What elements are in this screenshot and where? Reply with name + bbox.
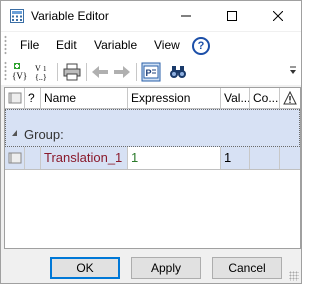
svg-text:{V}: {V} xyxy=(12,71,27,81)
comment-cell[interactable] xyxy=(250,147,280,169)
title-bar: Variable Editor xyxy=(1,1,301,31)
svg-text:1: 1 xyxy=(43,65,47,73)
row-select-cell[interactable] xyxy=(5,147,25,169)
toolbar-overflow-icon[interactable] xyxy=(289,61,297,81)
row-status-cell xyxy=(25,147,41,169)
toolbar-separator xyxy=(86,63,87,81)
menu-edit[interactable]: Edit xyxy=(56,38,77,52)
menu-variable[interactable]: Variable xyxy=(94,38,137,52)
minimize-icon xyxy=(181,15,191,17)
close-button[interactable] xyxy=(255,1,301,31)
minimize-button[interactable] xyxy=(163,1,209,31)
value-cell: 1 xyxy=(221,147,250,169)
warning-cell xyxy=(280,147,300,169)
close-icon xyxy=(273,11,283,21)
toolbar-separator xyxy=(57,63,58,81)
maximize-icon xyxy=(227,11,237,21)
redo-icon[interactable] xyxy=(112,62,132,82)
dialog-footer: OK Apply Cancel xyxy=(1,251,301,283)
menubar-grip[interactable] xyxy=(4,35,7,55)
print-icon[interactable] xyxy=(62,62,82,82)
collapse-triangle-icon[interactable] xyxy=(12,130,17,136)
apply-button[interactable]: Apply xyxy=(131,257,201,279)
warning-icon xyxy=(283,90,297,105)
variable-grid: ? Name Expression Val... Co... Group: Tr… xyxy=(4,87,301,249)
find-icon[interactable] xyxy=(168,62,188,82)
flag-icon xyxy=(8,152,22,164)
parameter-view-icon[interactable]: P xyxy=(141,62,161,82)
variable-editor-window: Variable Editor File Edit Variable View … xyxy=(0,0,302,284)
svg-text:V: V xyxy=(35,64,41,73)
group-row[interactable]: Group: xyxy=(5,109,300,147)
table-row[interactable]: Translation_1 1 1 xyxy=(5,147,300,170)
select-column-header[interactable] xyxy=(5,88,25,108)
column-header-value[interactable]: Val... xyxy=(221,88,250,108)
add-group-icon[interactable]: V {..} 1 xyxy=(33,62,53,82)
window-title: Variable Editor xyxy=(31,9,109,23)
flag-icon xyxy=(8,92,22,104)
menu-view[interactable]: View xyxy=(154,38,180,52)
help-icon[interactable]: ? xyxy=(192,37,210,55)
undo-icon[interactable] xyxy=(90,62,110,82)
menu-file[interactable]: File xyxy=(20,38,39,52)
toolbar-grip[interactable] xyxy=(4,61,7,81)
column-header-name[interactable]: Name xyxy=(41,88,128,108)
add-variable-icon[interactable]: {V} xyxy=(11,62,31,82)
toolbar-separator xyxy=(136,63,137,81)
resize-grip[interactable] xyxy=(289,271,299,281)
grid-header: ? Name Expression Val... Co... xyxy=(5,88,300,109)
column-header-comment[interactable]: Co... xyxy=(250,88,280,108)
group-label: Group: xyxy=(24,127,64,142)
cancel-button[interactable]: Cancel xyxy=(212,257,282,279)
variable-name-cell[interactable]: Translation_1 xyxy=(41,147,128,169)
calculator-icon xyxy=(10,9,24,23)
svg-text:{..}: {..} xyxy=(35,73,47,82)
toolbar: {V} V {..} 1 P xyxy=(1,58,301,85)
column-header-warning[interactable] xyxy=(280,88,300,108)
column-header-status[interactable]: ? xyxy=(25,88,41,108)
svg-text:P: P xyxy=(146,68,152,78)
menu-bar: File Edit Variable View ? xyxy=(1,32,301,58)
maximize-button[interactable] xyxy=(209,1,255,31)
column-header-expression[interactable]: Expression xyxy=(128,88,221,108)
expression-cell[interactable]: 1 xyxy=(128,147,221,169)
ok-button[interactable]: OK xyxy=(50,257,120,279)
